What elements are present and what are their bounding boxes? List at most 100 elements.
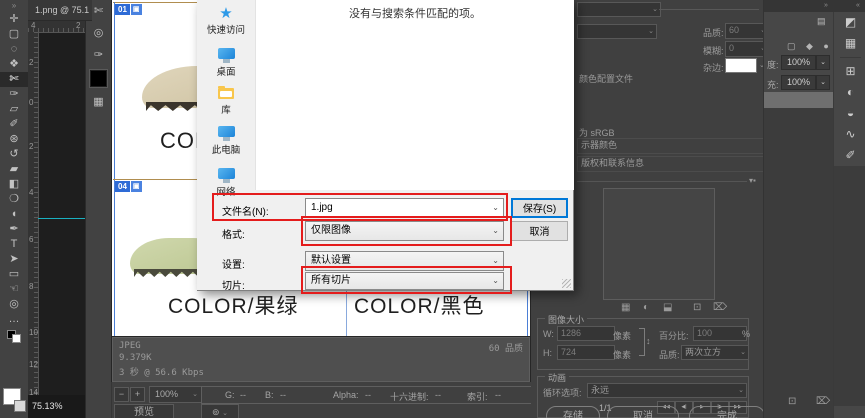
resize-grip[interactable] <box>562 279 571 288</box>
preset-select[interactable]: ⌄ <box>577 2 661 17</box>
swatches-panel-icon[interactable]: ▦ <box>834 33 865 54</box>
toolbar-collapse-icon[interactable]: » <box>0 0 28 12</box>
panel-collapse-icon[interactable]: » <box>824 2 828 9</box>
lock-color-icon[interactable]: ⬓ <box>663 302 672 313</box>
matte-color-swatch[interactable] <box>725 58 757 73</box>
pen-tool-icon[interactable]: ✒ <box>0 222 28 237</box>
opacity-value[interactable]: 100% <box>781 55 816 70</box>
transparency-icon[interactable]: ◐ <box>643 302 649 313</box>
sfw-save-button[interactable]: 存储 <box>546 406 600 418</box>
lock-position-icon[interactable]: ● <box>823 41 828 51</box>
alpha-label: Alpha: <box>333 390 359 400</box>
adjustments-panel-icon[interactable]: ◐ <box>834 82 865 103</box>
path-select-tool-icon[interactable]: ➤ <box>0 252 28 267</box>
sidebar-item-quick-access[interactable]: ★ 快速访问 <box>197 6 255 36</box>
history-brush-tool-icon[interactable]: ↺ <box>0 147 28 162</box>
wh-link-icon[interactable]: ↕ <box>646 336 651 346</box>
quick-selection-tool-icon[interactable]: ❖ <box>0 57 28 72</box>
eyedropper-tool-icon[interactable]: ✑ <box>86 44 111 66</box>
paths-panel-icon[interactable]: ∿ <box>834 124 865 145</box>
dodge-tool-icon[interactable]: ◖ <box>0 207 28 222</box>
sfw-done-button[interactable]: 完成 <box>689 406 765 418</box>
filename-input[interactable]: 1.jpg⌄ <box>305 198 504 218</box>
new-color-icon[interactable]: ⊡ <box>693 302 701 313</box>
metadata-select[interactable]: 版权和联系信息⌄ <box>577 156 771 172</box>
toggle-slices-visibility-icon[interactable]: ▦ <box>86 91 111 113</box>
cancel-button[interactable]: 取消 <box>511 221 568 241</box>
file-list-area[interactable]: 没有与搜索条件匹配的项。 <box>255 0 574 190</box>
delete-layer-icon[interactable]: ⌦ <box>816 396 830 407</box>
resample-select[interactable]: 两次立方⌄ <box>681 345 749 360</box>
embed-color-profile-label[interactable]: 颜色配置文件 <box>579 72 633 85</box>
chevron-down-icon[interactable]: ⌄ <box>816 55 830 70</box>
chevron-down-icon[interactable]: ⌄ <box>816 75 830 90</box>
width-input[interactable]: 1286 <box>557 326 615 341</box>
color-panel-icon[interactable]: ◩ <box>834 12 865 33</box>
zoom-tool-icon[interactable]: ◎ <box>86 22 111 44</box>
default-colors-icon[interactable] <box>7 330 21 342</box>
slice-tool-icon[interactable]: ✄ <box>0 72 28 87</box>
px-unit: 像素 <box>613 329 631 342</box>
chevron-down-icon: ⌄ <box>192 387 198 402</box>
document-zoom-level[interactable]: 75.13% <box>32 401 63 411</box>
zoom-in-button[interactable]: + <box>130 387 145 402</box>
blur-tool-icon[interactable]: ❍ <box>0 192 28 207</box>
fill-value[interactable]: 100% <box>781 75 816 90</box>
panel-menu-icon[interactable]: ▤ <box>817 16 826 27</box>
type-tool-icon[interactable]: T <box>0 237 28 252</box>
marquee-tool-icon[interactable]: ▢ <box>0 27 28 42</box>
lock-all-icon[interactable]: ◆ <box>806 41 813 51</box>
percent-input[interactable]: 100 <box>693 326 747 341</box>
hand-tool-icon[interactable]: ☜ <box>0 282 28 297</box>
height-input[interactable]: 724 <box>557 345 615 360</box>
percent-unit: % <box>742 329 750 339</box>
move-tool-icon[interactable]: ✛ <box>0 12 28 27</box>
canvas-guide-line <box>38 218 85 219</box>
brush-tool-icon[interactable]: ✐ <box>0 117 28 132</box>
clone-stamp-tool-icon[interactable]: ⊛ <box>0 132 28 147</box>
browser-select[interactable]: ⊚ ⌄ <box>201 404 239 418</box>
delete-color-icon[interactable]: ⌦ <box>713 302 727 313</box>
panel-collapse-icon[interactable]: « <box>856 2 860 9</box>
eraser-tool-icon[interactable]: ▰ <box>0 162 28 177</box>
sidebar-item-this-pc[interactable]: 此电脑 <box>197 126 255 156</box>
more-tools-icon[interactable]: … <box>0 312 28 327</box>
zoom-level-select[interactable]: 100% ⌄ <box>149 386 202 403</box>
ruler-tick-label: 4 <box>31 21 35 30</box>
sidebar-item-network[interactable]: 网络 <box>197 168 255 198</box>
slices-select[interactable]: 所有切片⌄ <box>305 272 504 290</box>
sfw-cancel-button[interactable]: 取消 <box>607 406 679 418</box>
preview-monitor-select[interactable]: 示器颜色⌄ <box>577 138 771 154</box>
dither-icon[interactable]: ▦ <box>621 302 630 313</box>
lasso-tool-icon[interactable]: ◌ <box>0 42 28 57</box>
color-table-menu-icon[interactable]: ▾▪ <box>749 176 756 185</box>
slice-badge-01[interactable]: 01 ▣ <box>115 4 142 15</box>
b-value: -- <box>280 390 286 400</box>
eyedropper-color-swatch[interactable] <box>90 70 107 87</box>
zoom-tool-icon[interactable]: ◎ <box>0 297 28 312</box>
lock-transparency-icon[interactable]: ▢ <box>787 41 796 51</box>
shape-tool-icon[interactable]: ▭ <box>0 267 28 282</box>
info-quality: 60 品质 <box>489 341 523 354</box>
sidebar-item-desktop[interactable]: 桌面 <box>197 48 255 78</box>
sidebar-item-libraries[interactable]: 库 <box>197 88 255 116</box>
libraries-panel-icon[interactable]: ⊞ <box>834 61 865 82</box>
slice-type-icon: ▣ <box>131 181 142 192</box>
layer-row[interactable] <box>764 92 833 108</box>
background-color-swatch[interactable] <box>14 400 26 412</box>
zoom-out-button[interactable]: − <box>114 387 129 402</box>
slice-badge-04[interactable]: 04 ▣ <box>115 181 142 192</box>
preview-in-browser-button[interactable]: 预览 <box>114 404 174 418</box>
eyedropper-tool-icon[interactable]: ✑ <box>0 87 28 102</box>
document-tab[interactable]: 1.png @ 75.1 <box>28 0 92 21</box>
gradient-tool-icon[interactable]: ◧ <box>0 177 28 192</box>
settings-select[interactable]: 默认设置⌄ <box>305 251 504 271</box>
save-button[interactable]: 保存(S) <box>511 198 568 218</box>
history-panel-icon[interactable]: ✐ <box>834 145 865 166</box>
healing-brush-tool-icon[interactable]: ▱ <box>0 102 28 117</box>
loop-select[interactable]: 永远⌄ <box>587 383 747 398</box>
new-layer-icon[interactable]: ⊡ <box>788 396 796 407</box>
styles-panel-icon[interactable]: ◒ <box>834 103 865 124</box>
format-select[interactable]: 仅限图像⌄ <box>305 221 504 241</box>
format-select[interactable]: ⌄ <box>577 24 657 39</box>
